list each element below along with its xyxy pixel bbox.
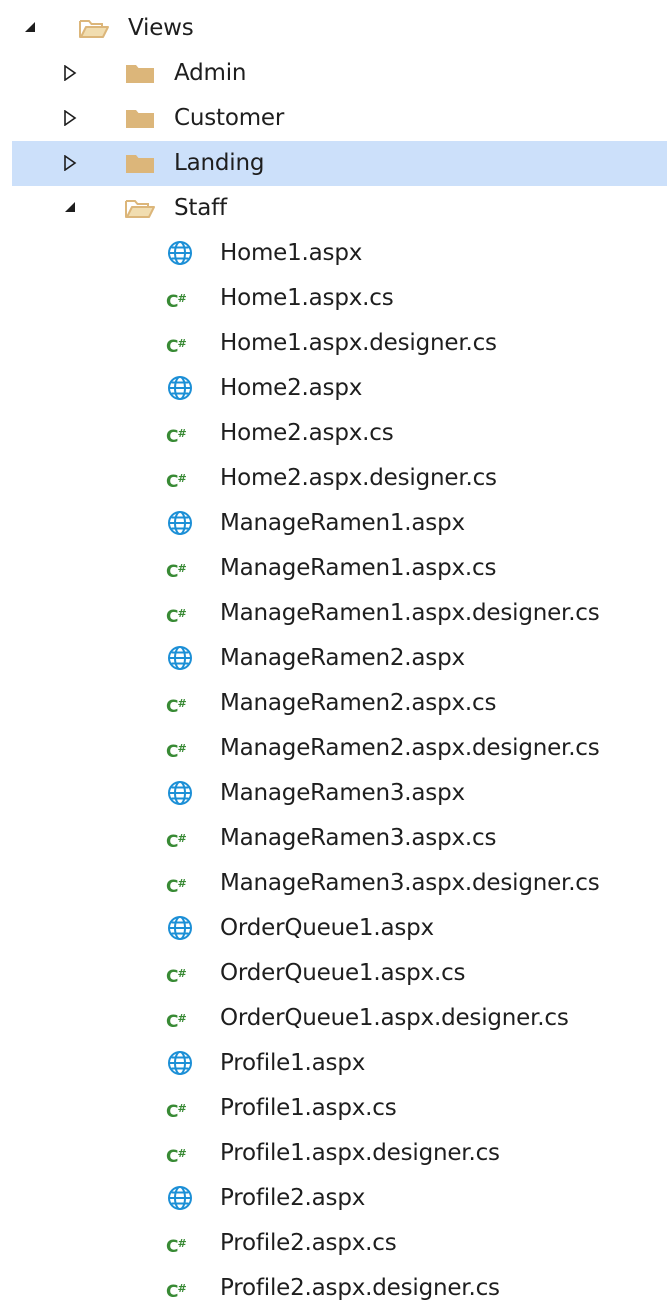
csharp-file-icon: C#: [166, 1147, 187, 1167]
tree-item-label: Customer: [174, 105, 285, 131]
tree-item-label: Home2.aspx.cs: [220, 420, 394, 446]
tree-file-profile2-aspx-cs[interactable]: C# Profile2.aspx.cs: [0, 1221, 667, 1266]
tree-file-manageramen1-aspx-cs[interactable]: C# ManageRamen1.aspx.cs: [0, 546, 667, 591]
web-form-globe-icon: [167, 501, 205, 546]
solution-explorer-tree: Views Admin Customer Landing Staff Home1.aspx…: [0, 0, 667, 1304]
expanded-arrow-icon[interactable]: [20, 6, 46, 51]
tree-file-manageramen1-aspx-designer-cs[interactable]: C# ManageRamen1.aspx.designer.cs: [0, 591, 667, 636]
tree-item-label: Home2.aspx: [220, 375, 363, 401]
tree-item-label: ManageRamen2.aspx.designer.cs: [220, 735, 600, 761]
tree-item-label: Profile2.aspx: [220, 1185, 366, 1211]
tree-folder-landing[interactable]: Landing: [12, 141, 667, 186]
tree-item-label: Home1.aspx: [220, 240, 363, 266]
tree-item-label: OrderQueue1.aspx.designer.cs: [220, 1005, 569, 1031]
tree-item-label: ManageRamen3.aspx.designer.cs: [220, 870, 600, 896]
folder-open-icon: [78, 6, 116, 51]
web-form-globe-icon: [167, 1041, 205, 1086]
csharp-file-icon: C#: [166, 1102, 187, 1122]
tree-item-label: Home1.aspx.designer.cs: [220, 330, 497, 356]
tree-item-label: Admin: [174, 60, 247, 86]
collapsed-arrow-icon[interactable]: [60, 96, 86, 141]
csharp-file-icon: C#: [166, 832, 187, 852]
tree-folder-customer[interactable]: Customer: [0, 96, 667, 141]
tree-file-manageramen3-aspx-cs[interactable]: C# ManageRamen3.aspx.cs: [0, 816, 667, 861]
tree-item-label: ManageRamen3.aspx: [220, 780, 465, 806]
tree-item-label: ManageRamen2.aspx: [220, 645, 465, 671]
tree-item-label: Home2.aspx.designer.cs: [220, 465, 497, 491]
tree-file-manageramen3-aspx-designer-cs[interactable]: C# ManageRamen3.aspx.designer.cs: [0, 861, 667, 906]
tree-file-home2-aspx[interactable]: Home2.aspx: [0, 366, 667, 411]
tree-item-label: Profile1.aspx.cs: [220, 1095, 397, 1121]
csharp-file-icon: C#: [166, 1012, 187, 1032]
tree-item-label: Profile2.aspx.cs: [220, 1230, 397, 1256]
tree-file-orderqueue1-aspx[interactable]: OrderQueue1.aspx: [0, 906, 667, 951]
tree-item-label: Landing: [174, 150, 265, 176]
tree-file-home2-aspx-cs[interactable]: C# Home2.aspx.cs: [0, 411, 667, 456]
web-form-globe-icon: [167, 771, 205, 816]
tree-item-label: ManageRamen3.aspx.cs: [220, 825, 497, 851]
csharp-file-icon: C#: [166, 697, 187, 717]
tree-folder-views[interactable]: Views: [0, 6, 667, 51]
folder-open-icon: [124, 186, 162, 231]
tree-item-label: Home1.aspx.cs: [220, 285, 394, 311]
csharp-file-icon: C#: [166, 562, 187, 582]
tree-file-home1-aspx-designer-cs[interactable]: C# Home1.aspx.designer.cs: [0, 321, 667, 366]
tree-file-profile1-aspx[interactable]: Profile1.aspx: [0, 1041, 667, 1086]
tree-item-label: Profile1.aspx: [220, 1050, 366, 1076]
tree-folder-admin[interactable]: Admin: [0, 51, 667, 96]
tree-file-profile1-aspx-designer-cs[interactable]: C# Profile1.aspx.designer.cs: [0, 1131, 667, 1176]
folder-icon: [124, 141, 162, 186]
csharp-file-icon: C#: [166, 742, 187, 762]
tree-file-profile2-aspx[interactable]: Profile2.aspx: [0, 1176, 667, 1221]
tree-item-label: ManageRamen1.aspx: [220, 510, 465, 536]
tree-folder-staff[interactable]: Staff: [0, 186, 667, 231]
tree-file-manageramen2-aspx-designer-cs[interactable]: C# ManageRamen2.aspx.designer.cs: [0, 726, 667, 771]
tree-file-manageramen2-aspx-cs[interactable]: C# ManageRamen2.aspx.cs: [0, 681, 667, 726]
tree-file-manageramen3-aspx[interactable]: ManageRamen3.aspx: [0, 771, 667, 816]
tree-file-orderqueue1-aspx-designer-cs[interactable]: C# OrderQueue1.aspx.designer.cs: [0, 996, 667, 1041]
tree-item-label: Staff: [174, 195, 227, 221]
csharp-file-icon: C#: [166, 427, 187, 447]
tree-file-manageramen2-aspx[interactable]: ManageRamen2.aspx: [0, 636, 667, 681]
tree-file-home2-aspx-designer-cs[interactable]: C# Home2.aspx.designer.cs: [0, 456, 667, 501]
csharp-file-icon: C#: [166, 472, 187, 492]
folder-icon: [124, 51, 162, 96]
tree-file-home1-aspx[interactable]: Home1.aspx: [0, 231, 667, 276]
web-form-globe-icon: [167, 906, 205, 951]
tree-file-orderqueue1-aspx-cs[interactable]: C# OrderQueue1.aspx.cs: [0, 951, 667, 996]
csharp-file-icon: C#: [166, 292, 187, 312]
tree-file-manageramen1-aspx[interactable]: ManageRamen1.aspx: [0, 501, 667, 546]
tree-item-label: ManageRamen1.aspx.designer.cs: [220, 600, 600, 626]
tree-item-label: Profile1.aspx.designer.cs: [220, 1140, 500, 1166]
tree-file-home1-aspx-cs[interactable]: C# Home1.aspx.cs: [0, 276, 667, 321]
csharp-file-icon: C#: [166, 967, 187, 987]
web-form-globe-icon: [167, 1176, 205, 1221]
csharp-file-icon: C#: [166, 1237, 187, 1257]
collapsed-arrow-icon[interactable]: [60, 51, 86, 96]
tree-item-label: ManageRamen2.aspx.cs: [220, 690, 497, 716]
tree-item-label: ManageRamen1.aspx.cs: [220, 555, 497, 581]
tree-file-profile1-aspx-cs[interactable]: C# Profile1.aspx.cs: [0, 1086, 667, 1131]
web-form-globe-icon: [167, 366, 205, 411]
tree-file-profile2-aspx-designer-cs[interactable]: C# Profile2.aspx.designer.cs: [0, 1266, 667, 1311]
csharp-file-icon: C#: [166, 877, 187, 897]
expanded-arrow-icon[interactable]: [60, 186, 86, 231]
tree-item-label: OrderQueue1.aspx: [220, 915, 434, 941]
web-form-globe-icon: [167, 636, 205, 681]
csharp-file-icon: C#: [166, 607, 187, 627]
csharp-file-icon: C#: [166, 1282, 187, 1302]
collapsed-arrow-icon[interactable]: [60, 141, 86, 186]
tree-item-label: OrderQueue1.aspx.cs: [220, 960, 466, 986]
tree-item-label: Views: [128, 15, 194, 41]
csharp-file-icon: C#: [166, 337, 187, 357]
web-form-globe-icon: [167, 231, 205, 276]
folder-icon: [124, 96, 162, 141]
tree-item-label: Profile2.aspx.designer.cs: [220, 1275, 500, 1301]
